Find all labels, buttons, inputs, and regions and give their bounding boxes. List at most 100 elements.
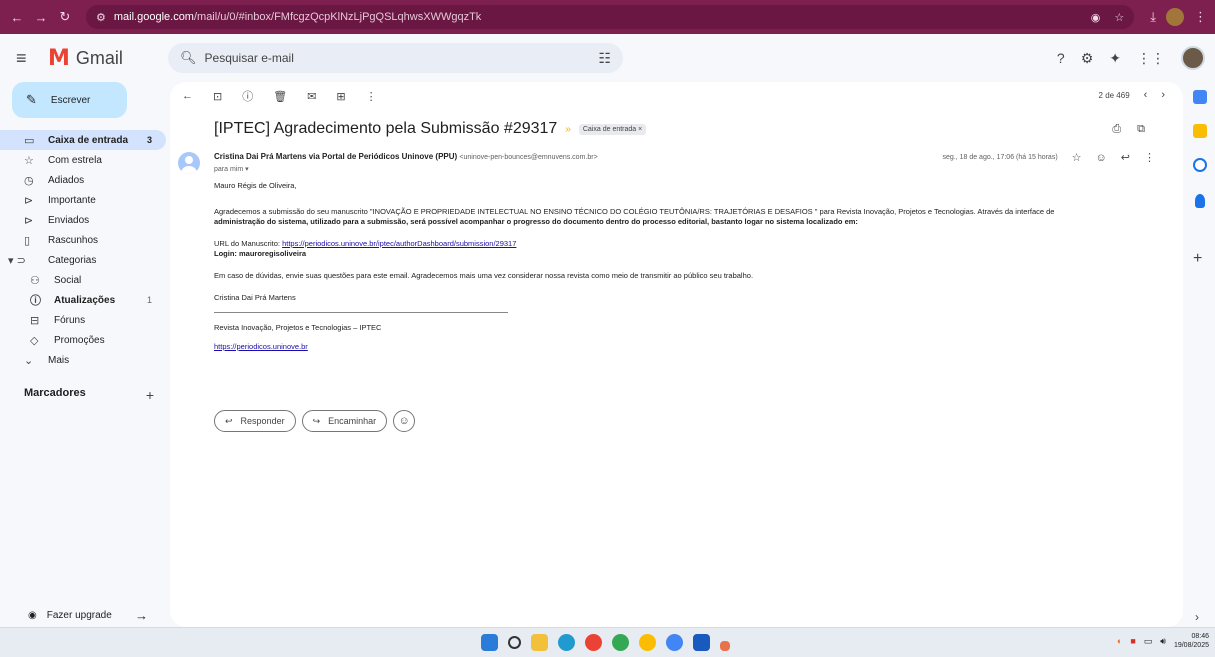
importance-marker-icon[interactable]: » <box>565 124 571 135</box>
windows-start-icon[interactable] <box>481 634 498 651</box>
report-spam-icon[interactable]: ⓘ <box>242 88 253 104</box>
tasks-icon[interactable] <box>1193 158 1207 172</box>
file-explorer-icon[interactable] <box>531 634 548 651</box>
compose-button[interactable]: ✎ Escrever <box>12 82 127 118</box>
back-to-inbox-icon[interactable]: ← <box>182 90 193 102</box>
search-icon[interactable]: 🔍︎ <box>180 50 197 66</box>
sidebar-item-updates[interactable]: ⓘ Atualizações 1 <box>0 290 166 310</box>
signature: Cristina Dai Prá Martens <box>214 293 296 302</box>
sidebar-item-social[interactable]: ⚇ Social <box>0 270 166 290</box>
sidebar-item-inbox[interactable]: ▭ Caixa de entrada 3 <box>0 130 166 150</box>
message-more-icon[interactable]: ⋮ <box>1144 151 1155 164</box>
browser-menu-icon[interactable]: ⋮ <box>1194 9 1207 25</box>
gmail-m-icon: M <box>48 45 70 71</box>
archive-icon[interactable]: ⊡ <box>213 90 222 103</box>
edge-icon[interactable] <box>558 634 575 651</box>
upgrade-button[interactable]: ◉ Fazer upgrade → <box>28 608 148 623</box>
sidebar-item-label: Enviados <box>48 214 90 226</box>
older-chevron-icon[interactable]: › <box>1161 89 1165 101</box>
contacts-icon[interactable] <box>1195 194 1205 208</box>
sidebar: ✎ Escrever ▭ Caixa de entrada 3 ☆ Com es… <box>0 82 170 627</box>
site-info-icon[interactable]: ⚙ <box>96 11 106 24</box>
inbox-label-chip[interactable]: Caixa de entrada × <box>578 123 647 135</box>
message-pane: ← ⊡ ⓘ 🗑︎ ✉ ⊞ ⋮ 2 de 469 ‹ › [IPTEC] Agra… <box>170 82 1183 627</box>
more-options-icon[interactable]: ⋮ <box>366 90 377 103</box>
sidebar-item-categories[interactable]: ▾ ⊃ Categorias <box>0 250 166 270</box>
sidebar-item-forums[interactable]: ⊟ Fóruns <box>0 310 166 330</box>
back-icon[interactable]: ← <box>8 10 26 25</box>
emoji-button[interactable]: ☺ <box>393 410 416 432</box>
url-host: mail.google.com <box>113 11 194 23</box>
sender-name[interactable]: Cristina Dai Prá Martens via Portal de P… <box>214 152 457 161</box>
manuscript-link[interactable]: https://periodicos.uninove.br/iptec/auth… <box>282 239 516 248</box>
display-icon[interactable]: ▭ <box>1144 636 1153 647</box>
add-addon-icon[interactable]: + <box>1193 250 1202 268</box>
tray-app-icon[interactable]: ■ <box>1130 636 1135 646</box>
journal-link[interactable]: https://periodicos.uninove.br <box>214 342 308 351</box>
tray-app-icon[interactable]: ◐ <box>1117 636 1122 646</box>
pagination: 2 de 469 ‹ › <box>1099 89 1165 101</box>
keep-icon[interactable] <box>1193 124 1207 138</box>
volume-icon[interactable]: 🔊︎ <box>1160 636 1166 647</box>
email-subject-row: [IPTEC] Agradecimento pela Submissão #29… <box>214 120 647 138</box>
address-bar[interactable]: ⚙ mail.google.com /mail/u/0/#inbox/FMfcg… <box>86 5 1135 29</box>
help-icon[interactable]: ? <box>1057 50 1065 66</box>
word-icon[interactable] <box>693 634 710 651</box>
move-to-icon[interactable]: ⊞ <box>336 90 345 103</box>
chrome-profile-icon[interactable] <box>612 634 629 651</box>
sidebar-item-drafts[interactable]: ▯ Rascunhos <box>0 230 166 250</box>
sender-avatar[interactable] <box>178 152 200 174</box>
open-new-window-icon[interactable]: ⧉ <box>1137 123 1145 136</box>
gmail-logo[interactable]: M Gmail <box>48 46 178 71</box>
profile-avatar[interactable] <box>1166 8 1184 26</box>
chrome-profile-icon[interactable] <box>666 634 683 651</box>
search-input[interactable]: Pesquisar e-mail <box>205 51 294 65</box>
calendar-icon[interactable] <box>1193 90 1207 104</box>
sidebar-item-starred[interactable]: ☆ Com estrela <box>0 150 166 170</box>
search-options-icon[interactable]: ☷ <box>598 50 611 67</box>
add-label-icon[interactable]: + <box>146 387 154 403</box>
chrome-icon[interactable] <box>585 634 602 651</box>
search-bar[interactable]: 🔍︎ Pesquisar e-mail ☷ <box>168 43 623 73</box>
url-path: /mail/u/0/#inbox/FMfcgzQcpKlNzLjPgQSLqhw… <box>193 11 482 23</box>
draft-icon: ▯ <box>24 234 31 247</box>
gemini-sparkle-icon[interactable]: ✦ <box>1109 50 1121 67</box>
forward-icon[interactable]: → <box>32 10 50 25</box>
bookmark-star-icon[interactable]: ☆ <box>1114 11 1124 24</box>
sidebar-item-promotions[interactable]: ◇ Promoções <box>0 330 166 350</box>
app-icon[interactable] <box>720 640 730 651</box>
clock[interactable]: 08:46 19/08/2025 <box>1174 632 1209 650</box>
eye-icon[interactable]: ◉ <box>1091 11 1101 24</box>
mark-unread-icon[interactable]: ✉ <box>307 90 316 103</box>
clock-time: 08:46 <box>1191 633 1209 640</box>
emoji-icon: ☺ <box>398 415 410 427</box>
main-menu-icon[interactable]: ≡ <box>16 48 44 69</box>
settings-gear-icon[interactable]: ⚙ <box>1081 50 1094 67</box>
labels-heading: Marcadores <box>24 387 86 399</box>
expand-panel-icon[interactable]: › <box>1195 610 1199 624</box>
message-meta: seg., 18 de ago., 17:06 (há 15 horas) ☆ … <box>942 151 1155 165</box>
sidebar-item-sent[interactable]: ⊳ Enviados <box>0 210 166 230</box>
sender-email: <uninove-pen-bounces@emnuvens.com.br> <box>459 154 598 161</box>
reply-button[interactable]: ↩ Responder <box>214 410 296 432</box>
sidebar-item-important[interactable]: ⊳ Importante <box>0 190 166 210</box>
sidebar-item-label: Rascunhos <box>48 234 99 246</box>
recipient-toggle[interactable]: para mim ▾ <box>214 165 249 173</box>
newer-chevron-icon[interactable]: ‹ <box>1144 89 1148 101</box>
chrome-profile-icon[interactable] <box>639 634 656 651</box>
star-icon[interactable]: ☆ <box>1072 151 1082 164</box>
search-icon[interactable] <box>508 636 521 649</box>
sidebar-item-more[interactable]: ⌄ Mais <box>0 350 166 370</box>
unread-count: 3 <box>146 135 152 145</box>
print-icon[interactable]: ⎙ <box>1112 123 1121 136</box>
reply-icon[interactable]: ↩ <box>1121 151 1130 164</box>
reload-icon[interactable]: ↻ <box>56 9 74 25</box>
sidebar-item-snoozed[interactable]: ◷ Adiados <box>0 170 166 190</box>
forward-button[interactable]: ↪ Encaminhar <box>301 410 388 432</box>
sidebar-item-label: Atualizações <box>54 294 116 306</box>
emoji-reaction-icon[interactable]: ☺ <box>1096 152 1107 164</box>
apps-grid-icon[interactable]: ⋮⋮ <box>1137 50 1165 67</box>
account-avatar[interactable] <box>1181 46 1205 70</box>
download-icon[interactable]: ⤓ <box>1150 9 1156 25</box>
delete-icon[interactable]: 🗑︎ <box>273 90 287 103</box>
